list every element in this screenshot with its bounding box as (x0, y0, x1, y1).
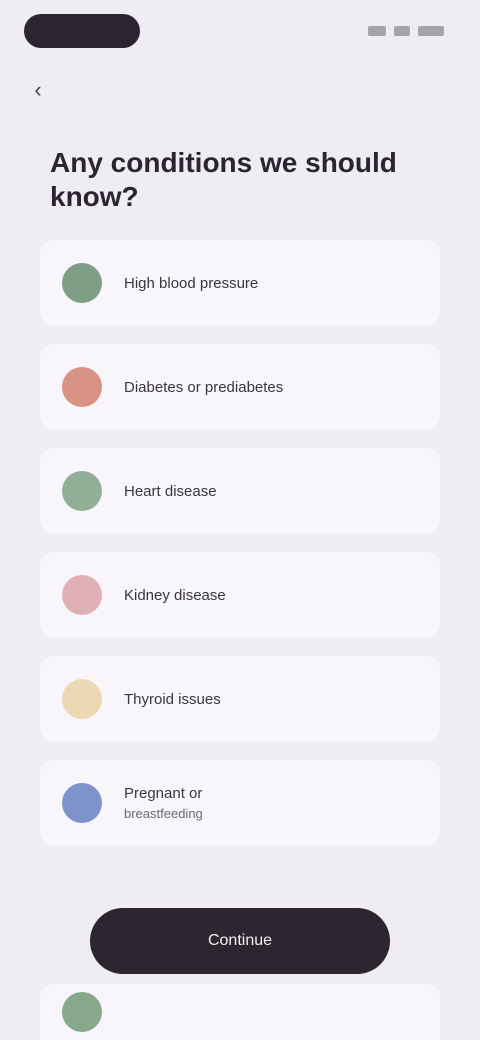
condition-label: Thyroid issues (124, 690, 221, 708)
condition-item-thyroid[interactable]: Thyroid issues (40, 656, 440, 742)
thyroid-icon (62, 679, 102, 719)
kidney-icon (62, 575, 102, 615)
condition-label: Diabetes or prediabetes (124, 378, 284, 396)
pulse-icon (62, 471, 102, 511)
wifi-icon (394, 26, 410, 36)
condition-item-partial[interactable] (40, 984, 440, 1040)
back-arrow-icon: ‹ (34, 77, 42, 102)
drop-icon (62, 367, 102, 407)
condition-label: Kidney disease (124, 586, 226, 604)
heart-icon (62, 263, 102, 303)
conditions-list: High blood pressure Diabetes or prediabe… (40, 240, 440, 864)
condition-item-pregnant[interactable]: Pregnant or breastfeeding (40, 760, 440, 846)
condition-item-kidney-disease[interactable]: Kidney disease (40, 552, 440, 638)
status-bar (0, 0, 480, 64)
condition-sublabel: breastfeeding (124, 806, 203, 821)
continue-button[interactable]: Continue (90, 908, 390, 974)
condition-item-heart-disease[interactable]: Heart disease (40, 448, 440, 534)
condition-label: High blood pressure (124, 274, 259, 292)
condition-label: Pregnant or (124, 785, 203, 802)
condition-item-high-blood-pressure[interactable]: High blood pressure (40, 240, 440, 326)
leaf-icon (62, 992, 102, 1032)
page-title: Any conditions we should know? (50, 147, 397, 212)
status-icons (354, 24, 444, 38)
status-pill (24, 14, 140, 48)
back-button[interactable]: ‹ (24, 76, 52, 104)
condition-label: Heart disease (124, 482, 217, 500)
battery-icon (418, 26, 444, 36)
baby-icon (62, 783, 102, 823)
signal-icon (368, 26, 386, 36)
condition-item-diabetes[interactable]: Diabetes or prediabetes (40, 344, 440, 430)
